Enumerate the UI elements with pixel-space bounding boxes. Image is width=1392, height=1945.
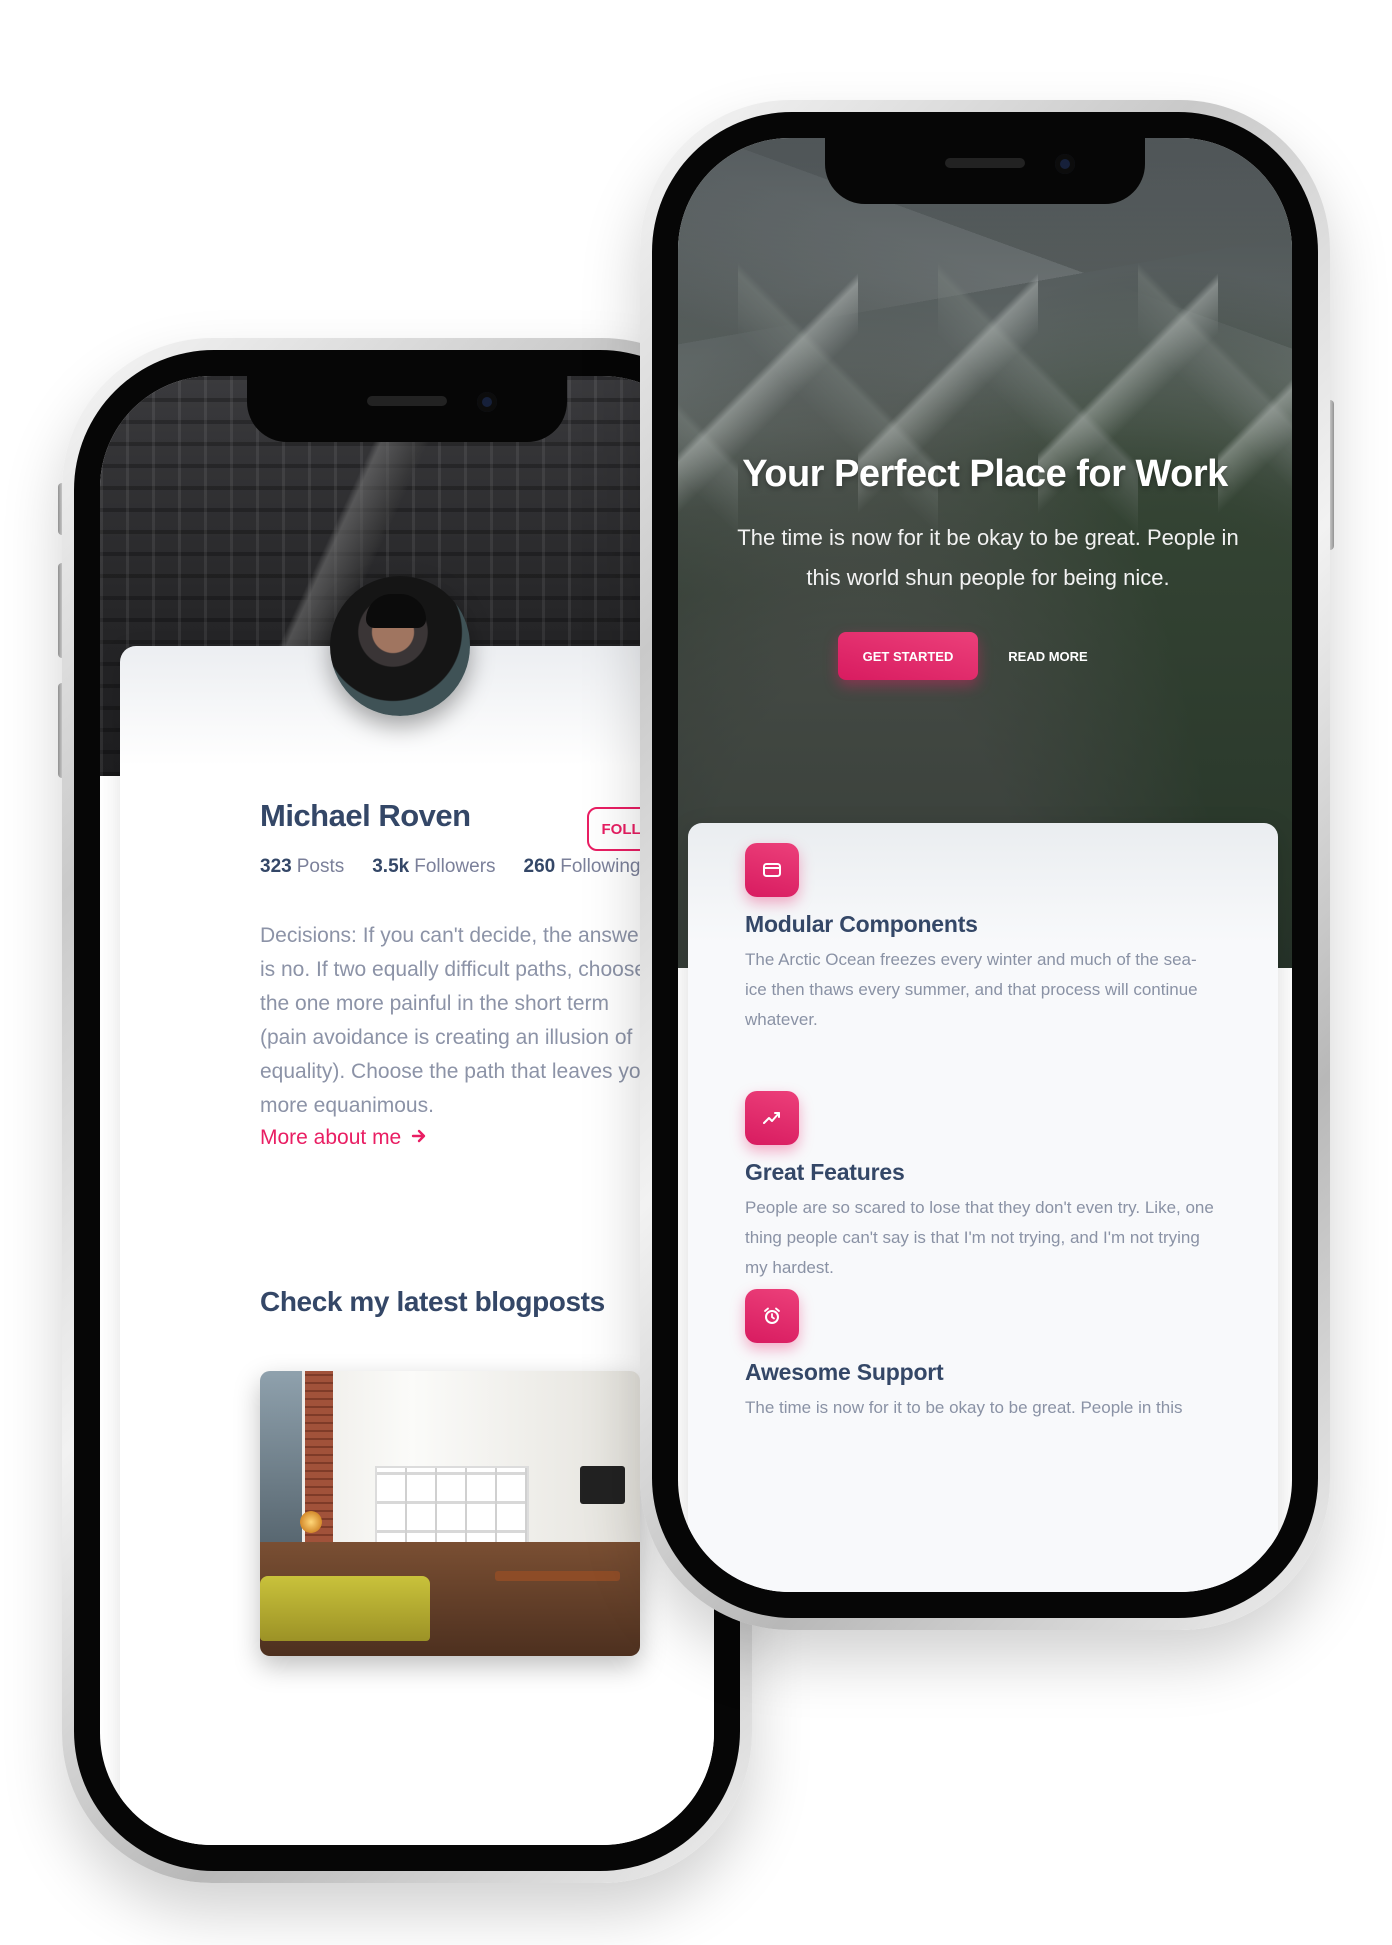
- stat-followers: 3.5k Followers: [372, 856, 496, 877]
- profile-stats: 323 Posts 3.5k Followers 260 Following: [260, 856, 641, 878]
- profile-screen: Michael Roven FOLLOW 323 Posts 3.5k Follow…: [100, 376, 714, 1845]
- blogpost-image[interactable]: [260, 1371, 640, 1656]
- feature-title: Modular Components: [745, 911, 978, 937]
- speaker-grille: [945, 158, 1025, 168]
- avatar[interactable]: [330, 576, 470, 716]
- feature-description: The time is now for it to be okay to be …: [745, 1398, 1183, 1417]
- hero-title: Your Perfect Place for Work: [742, 453, 1228, 495]
- more-about-me-link[interactable]: More about me: [260, 1126, 427, 1150]
- arrow-right-icon: [411, 1126, 427, 1150]
- feature-description: People are so scared to lose that they d…: [745, 1198, 1214, 1277]
- feature-description: The Arctic Ocean freezes every winter an…: [745, 950, 1198, 1029]
- image-tv: [580, 1466, 625, 1504]
- get-started-button[interactable]: GET STARTED: [838, 632, 978, 680]
- stat-following: 260 Following: [523, 856, 641, 877]
- image-lamp: [300, 1511, 322, 1533]
- speaker-grille: [367, 396, 447, 406]
- profile-name: Michael Roven: [260, 798, 471, 833]
- alarm-clock-icon: [745, 1289, 799, 1343]
- hero-description: The time is now for it be okay to be gre…: [737, 525, 1239, 590]
- chart-line-icon: [745, 1091, 799, 1145]
- blog-section-heading: Check my latest blogposts: [260, 1286, 605, 1317]
- front-camera: [1055, 154, 1075, 174]
- phone-notch: [825, 138, 1145, 204]
- landing-screen: Your Perfect Place for Work The time is …: [678, 138, 1292, 1592]
- features-card: Modular Components The Arctic Ocean free…: [688, 823, 1278, 1592]
- profile-bio: Decisions: If you can't decide, the answ…: [260, 924, 653, 1117]
- feature-title: Awesome Support: [745, 1359, 944, 1385]
- landing-phone-mockup: Your Perfect Place for Work The time is …: [640, 100, 1334, 1630]
- feature-title: Great Features: [745, 1159, 905, 1185]
- credit-card-icon: [745, 843, 799, 897]
- more-about-me-label: More about me: [260, 1126, 402, 1149]
- phone-notch: [247, 376, 567, 442]
- stat-posts: 323 Posts: [260, 856, 345, 877]
- image-dining-table: [495, 1571, 620, 1581]
- image-sofa: [260, 1576, 430, 1641]
- read-more-button[interactable]: READ MORE: [988, 632, 1108, 680]
- front-camera: [477, 392, 497, 412]
